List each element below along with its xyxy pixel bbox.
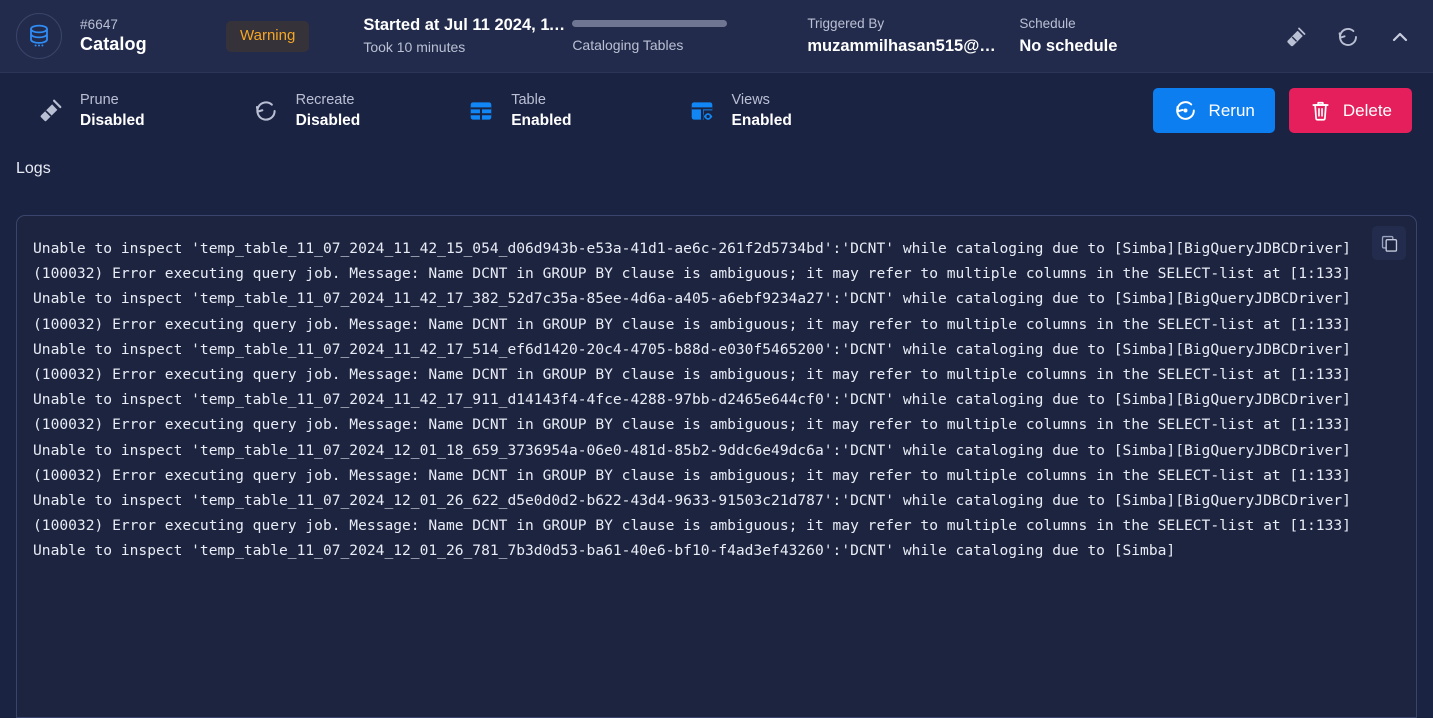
prune-icon[interactable] — [1281, 22, 1311, 52]
option-recreate-label: Recreate — [295, 91, 355, 108]
schedule-value: No schedule — [1019, 37, 1118, 55]
copy-icon[interactable] — [1372, 226, 1406, 260]
option-views-value: Enabled — [731, 111, 792, 129]
table-icon — [465, 95, 497, 127]
triggered-by-value: muzammilhasan515@… — [807, 37, 996, 55]
delete-button[interactable]: Delete — [1288, 88, 1412, 133]
recreate-icon[interactable] — [1333, 22, 1363, 52]
job-name: Catalog — [80, 34, 147, 54]
option-recreate-value: Disabled — [295, 111, 361, 129]
run-duration: Took 10 minutes — [363, 39, 466, 55]
option-prune-label: Prune — [80, 91, 119, 108]
status-badge: Warning — [226, 20, 310, 52]
views-icon — [686, 95, 718, 127]
chevron-up-icon[interactable] — [1385, 22, 1415, 52]
schedule-label: Schedule — [1019, 16, 1076, 31]
option-prune-value: Disabled — [80, 111, 145, 129]
triggered-by-label: Triggered By — [807, 16, 885, 31]
progress-bar — [572, 20, 728, 27]
logs-section-title: Logs — [16, 160, 51, 177]
delete-button-label: Delete — [1342, 100, 1392, 120]
option-prune: Prune Disabled — [34, 91, 145, 131]
option-table: Table Enabled — [465, 91, 572, 131]
rerun-button[interactable]: Rerun — [1152, 88, 1275, 133]
run-title-block: #6647 Catalog — [80, 16, 190, 56]
run-id: #6647 — [80, 17, 119, 32]
option-table-label: Table — [511, 91, 546, 108]
schedule-block: Schedule No schedule — [1019, 15, 1189, 57]
rerun-button-label: Rerun — [1208, 100, 1255, 120]
database-icon — [16, 13, 62, 59]
option-recreate: Recreate Disabled — [250, 91, 361, 131]
option-table-value: Enabled — [511, 111, 572, 129]
logs-text: Unable to inspect 'temp_table_11_07_2024… — [33, 240, 1351, 560]
option-views: Views Enabled — [686, 91, 792, 131]
progress-label: Cataloging Tables — [572, 37, 684, 53]
run-header: #6647 Catalog Warning Started at Jul 11 … — [0, 0, 1433, 73]
logs-panel[interactable]: Unable to inspect 'temp_table_11_07_2024… — [16, 215, 1417, 718]
options-toolbar: Prune Disabled Recreate Disabled Table E… — [0, 73, 1433, 148]
started-block: Started at Jul 11 2024, 11… Took 10 minu… — [363, 15, 568, 57]
rerun-icon — [1173, 98, 1198, 123]
started-at: Started at Jul 11 2024, 11… — [363, 16, 569, 34]
triggered-by-block: Triggered By muzammilhasan515@… — [807, 15, 999, 57]
broom-icon — [34, 95, 66, 127]
toolbar-buttons: Rerun Delete — [1152, 73, 1412, 148]
progress-block: Cataloging Tables — [572, 18, 752, 54]
header-actions — [1281, 0, 1415, 73]
trash-icon — [1309, 98, 1332, 123]
recreate-icon — [250, 95, 282, 127]
option-views-label: Views — [731, 91, 770, 108]
